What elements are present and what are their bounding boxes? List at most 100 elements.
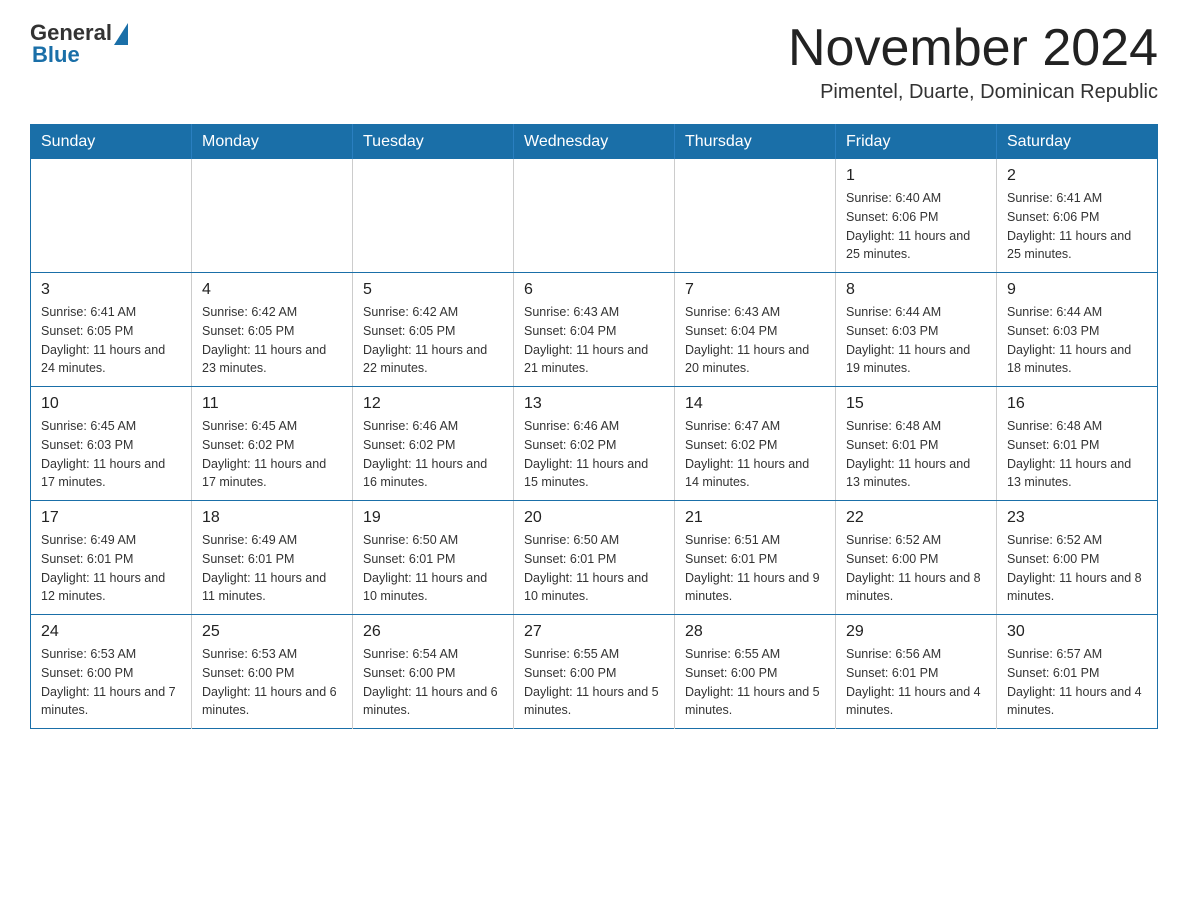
calendar-day-cell <box>514 159 675 273</box>
day-number: 15 <box>846 395 986 413</box>
day-number: 2 <box>1007 167 1147 185</box>
day-info: Sunrise: 6:52 AMSunset: 6:00 PMDaylight:… <box>846 531 986 606</box>
day-number: 8 <box>846 281 986 299</box>
calendar-week-row: 1 Sunrise: 6:40 AMSunset: 6:06 PMDaylight… <box>31 159 1158 273</box>
day-number: 21 <box>685 509 825 527</box>
calendar-day-cell: 5Sunrise: 6:42 AMSunset: 6:05 PMDaylight… <box>353 273 514 387</box>
calendar-weekday-header: Friday <box>836 125 997 160</box>
calendar-week-row: 17 Sunrise: 6:49 AMSunset: 6:01 PMDayligh… <box>31 501 1158 615</box>
logo-blue-text: Blue <box>30 42 80 68</box>
day-number: 20 <box>524 509 664 527</box>
calendar-day-cell: 3 Sunrise: 6:41 AMSunset: 6:05 PMDaylight… <box>31 273 192 387</box>
day-info: Sunrise: 6:48 AMSunset: 6:01 PMDaylight:… <box>846 417 986 492</box>
calendar-day-cell: 1 Sunrise: 6:40 AMSunset: 6:06 PMDaylight… <box>836 159 997 273</box>
day-info: Sunrise: 6:56 AMSunset: 6:01 PMDaylight:… <box>846 645 986 720</box>
calendar-day-cell: 8 Sunrise: 6:44 AMSunset: 6:03 PMDaylight… <box>836 273 997 387</box>
day-info: Sunrise: 6:57 AMSunset: 6:01 PMDaylight:… <box>1007 645 1147 720</box>
day-info: Sunrise: 6:40 AMSunset: 6:06 PMDaylight:… <box>846 189 986 264</box>
calendar-week-row: 10 Sunrise: 6:45 AMSunset: 6:03 PMDayligh… <box>31 387 1158 501</box>
day-info: Sunrise: 6:44 AMSunset: 6:03 PMDaylight:… <box>846 303 986 378</box>
calendar-day-cell: 20 Sunrise: 6:50 AMSunset: 6:01 PMDayligh… <box>514 501 675 615</box>
day-number: 24 <box>41 623 181 641</box>
day-info: Sunrise: 6:53 AMSunset: 6:00 PMDaylight:… <box>41 645 181 720</box>
day-info: Sunrise: 6:55 AMSunset: 6:00 PMDaylight:… <box>524 645 664 720</box>
day-number: 16 <box>1007 395 1147 413</box>
calendar-day-cell: 28Sunrise: 6:55 AMSunset: 6:00 PMDayligh… <box>675 615 836 729</box>
day-number: 4 <box>202 281 342 299</box>
day-info: Sunrise: 6:44 AMSunset: 6:03 PMDaylight:… <box>1007 303 1147 378</box>
calendar-day-cell: 27Sunrise: 6:55 AMSunset: 6:00 PMDayligh… <box>514 615 675 729</box>
calendar-table: SundayMondayTuesdayWednesdayThursdayFrid… <box>30 124 1158 729</box>
day-info: Sunrise: 6:53 AMSunset: 6:00 PMDaylight:… <box>202 645 342 720</box>
calendar-day-cell <box>31 159 192 273</box>
calendar-weekday-header: Sunday <box>31 125 192 160</box>
calendar-day-cell: 14 Sunrise: 6:47 AMSunset: 6:02 PMDayligh… <box>675 387 836 501</box>
logo-triangle-icon <box>114 23 128 45</box>
day-number: 19 <box>363 509 503 527</box>
day-number: 25 <box>202 623 342 641</box>
day-number: 1 <box>846 167 986 185</box>
location-subtitle: Pimentel, Duarte, Dominican Republic <box>788 81 1158 104</box>
day-number: 14 <box>685 395 825 413</box>
calendar-day-cell: 16 Sunrise: 6:48 AMSunset: 6:01 PMDayligh… <box>997 387 1158 501</box>
calendar-day-cell: 25 Sunrise: 6:53 AMSunset: 6:00 PMDayligh… <box>192 615 353 729</box>
day-info: Sunrise: 6:42 AMSunset: 6:05 PMDaylight:… <box>202 303 342 378</box>
day-info: Sunrise: 6:52 AMSunset: 6:00 PMDaylight:… <box>1007 531 1147 606</box>
logo: General Blue <box>30 20 128 68</box>
calendar-day-cell: 9Sunrise: 6:44 AMSunset: 6:03 PMDaylight… <box>997 273 1158 387</box>
day-info: Sunrise: 6:47 AMSunset: 6:02 PMDaylight:… <box>685 417 825 492</box>
calendar-day-cell: 29 Sunrise: 6:56 AMSunset: 6:01 PMDayligh… <box>836 615 997 729</box>
month-title: November 2024 <box>788 20 1158 77</box>
calendar-day-cell: 12 Sunrise: 6:46 AMSunset: 6:02 PMDayligh… <box>353 387 514 501</box>
day-info: Sunrise: 6:43 AMSunset: 6:04 PMDaylight:… <box>685 303 825 378</box>
day-number: 13 <box>524 395 664 413</box>
calendar-day-cell: 17 Sunrise: 6:49 AMSunset: 6:01 PMDayligh… <box>31 501 192 615</box>
calendar-week-row: 24 Sunrise: 6:53 AMSunset: 6:00 PMDayligh… <box>31 615 1158 729</box>
day-info: Sunrise: 6:48 AMSunset: 6:01 PMDaylight:… <box>1007 417 1147 492</box>
calendar-weekday-header: Wednesday <box>514 125 675 160</box>
day-info: Sunrise: 6:46 AMSunset: 6:02 PMDaylight:… <box>524 417 664 492</box>
day-number: 23 <box>1007 509 1147 527</box>
calendar-weekday-header: Saturday <box>997 125 1158 160</box>
calendar-day-cell: 7 Sunrise: 6:43 AMSunset: 6:04 PMDaylight… <box>675 273 836 387</box>
calendar-day-cell: 24 Sunrise: 6:53 AMSunset: 6:00 PMDayligh… <box>31 615 192 729</box>
day-info: Sunrise: 6:42 AMSunset: 6:05 PMDaylight:… <box>363 303 503 378</box>
day-info: Sunrise: 6:49 AMSunset: 6:01 PMDaylight:… <box>41 531 181 606</box>
calendar-day-cell: 21 Sunrise: 6:51 AMSunset: 6:01 PMDayligh… <box>675 501 836 615</box>
calendar-day-cell: 26 Sunrise: 6:54 AMSunset: 6:00 PMDayligh… <box>353 615 514 729</box>
day-number: 22 <box>846 509 986 527</box>
calendar-weekday-header: Thursday <box>675 125 836 160</box>
day-info: Sunrise: 6:41 AMSunset: 6:05 PMDaylight:… <box>41 303 181 378</box>
day-number: 10 <box>41 395 181 413</box>
day-info: Sunrise: 6:55 AMSunset: 6:00 PMDaylight:… <box>685 645 825 720</box>
calendar-day-cell: 19Sunrise: 6:50 AMSunset: 6:01 PMDayligh… <box>353 501 514 615</box>
calendar-day-cell <box>675 159 836 273</box>
day-number: 29 <box>846 623 986 641</box>
calendar-day-cell: 13 Sunrise: 6:46 AMSunset: 6:02 PMDayligh… <box>514 387 675 501</box>
day-info: Sunrise: 6:43 AMSunset: 6:04 PMDaylight:… <box>524 303 664 378</box>
day-info: Sunrise: 6:51 AMSunset: 6:01 PMDaylight:… <box>685 531 825 606</box>
calendar-day-cell: 23 Sunrise: 6:52 AMSunset: 6:00 PMDayligh… <box>997 501 1158 615</box>
day-info: Sunrise: 6:45 AMSunset: 6:03 PMDaylight:… <box>41 417 181 492</box>
day-info: Sunrise: 6:50 AMSunset: 6:01 PMDaylight:… <box>524 531 664 606</box>
calendar-day-cell: 22 Sunrise: 6:52 AMSunset: 6:00 PMDayligh… <box>836 501 997 615</box>
calendar-weekday-header: Monday <box>192 125 353 160</box>
calendar-day-cell: 10 Sunrise: 6:45 AMSunset: 6:03 PMDayligh… <box>31 387 192 501</box>
day-info: Sunrise: 6:45 AMSunset: 6:02 PMDaylight:… <box>202 417 342 492</box>
day-number: 17 <box>41 509 181 527</box>
calendar-day-cell: 30Sunrise: 6:57 AMSunset: 6:01 PMDayligh… <box>997 615 1158 729</box>
day-info: Sunrise: 6:46 AMSunset: 6:02 PMDaylight:… <box>363 417 503 492</box>
day-number: 12 <box>363 395 503 413</box>
calendar-day-cell <box>192 159 353 273</box>
day-number: 7 <box>685 281 825 299</box>
page-header: General Blue November 2024 Pimentel, Dua… <box>30 20 1158 104</box>
day-number: 26 <box>363 623 503 641</box>
day-info: Sunrise: 6:54 AMSunset: 6:00 PMDaylight:… <box>363 645 503 720</box>
calendar-day-cell: 18Sunrise: 6:49 AMSunset: 6:01 PMDayligh… <box>192 501 353 615</box>
day-info: Sunrise: 6:41 AMSunset: 6:06 PMDaylight:… <box>1007 189 1147 264</box>
day-number: 6 <box>524 281 664 299</box>
day-number: 11 <box>202 395 342 413</box>
calendar-header-row: SundayMondayTuesdayWednesdayThursdayFrid… <box>31 125 1158 160</box>
day-number: 3 <box>41 281 181 299</box>
calendar-day-cell: 11 Sunrise: 6:45 AMSunset: 6:02 PMDayligh… <box>192 387 353 501</box>
